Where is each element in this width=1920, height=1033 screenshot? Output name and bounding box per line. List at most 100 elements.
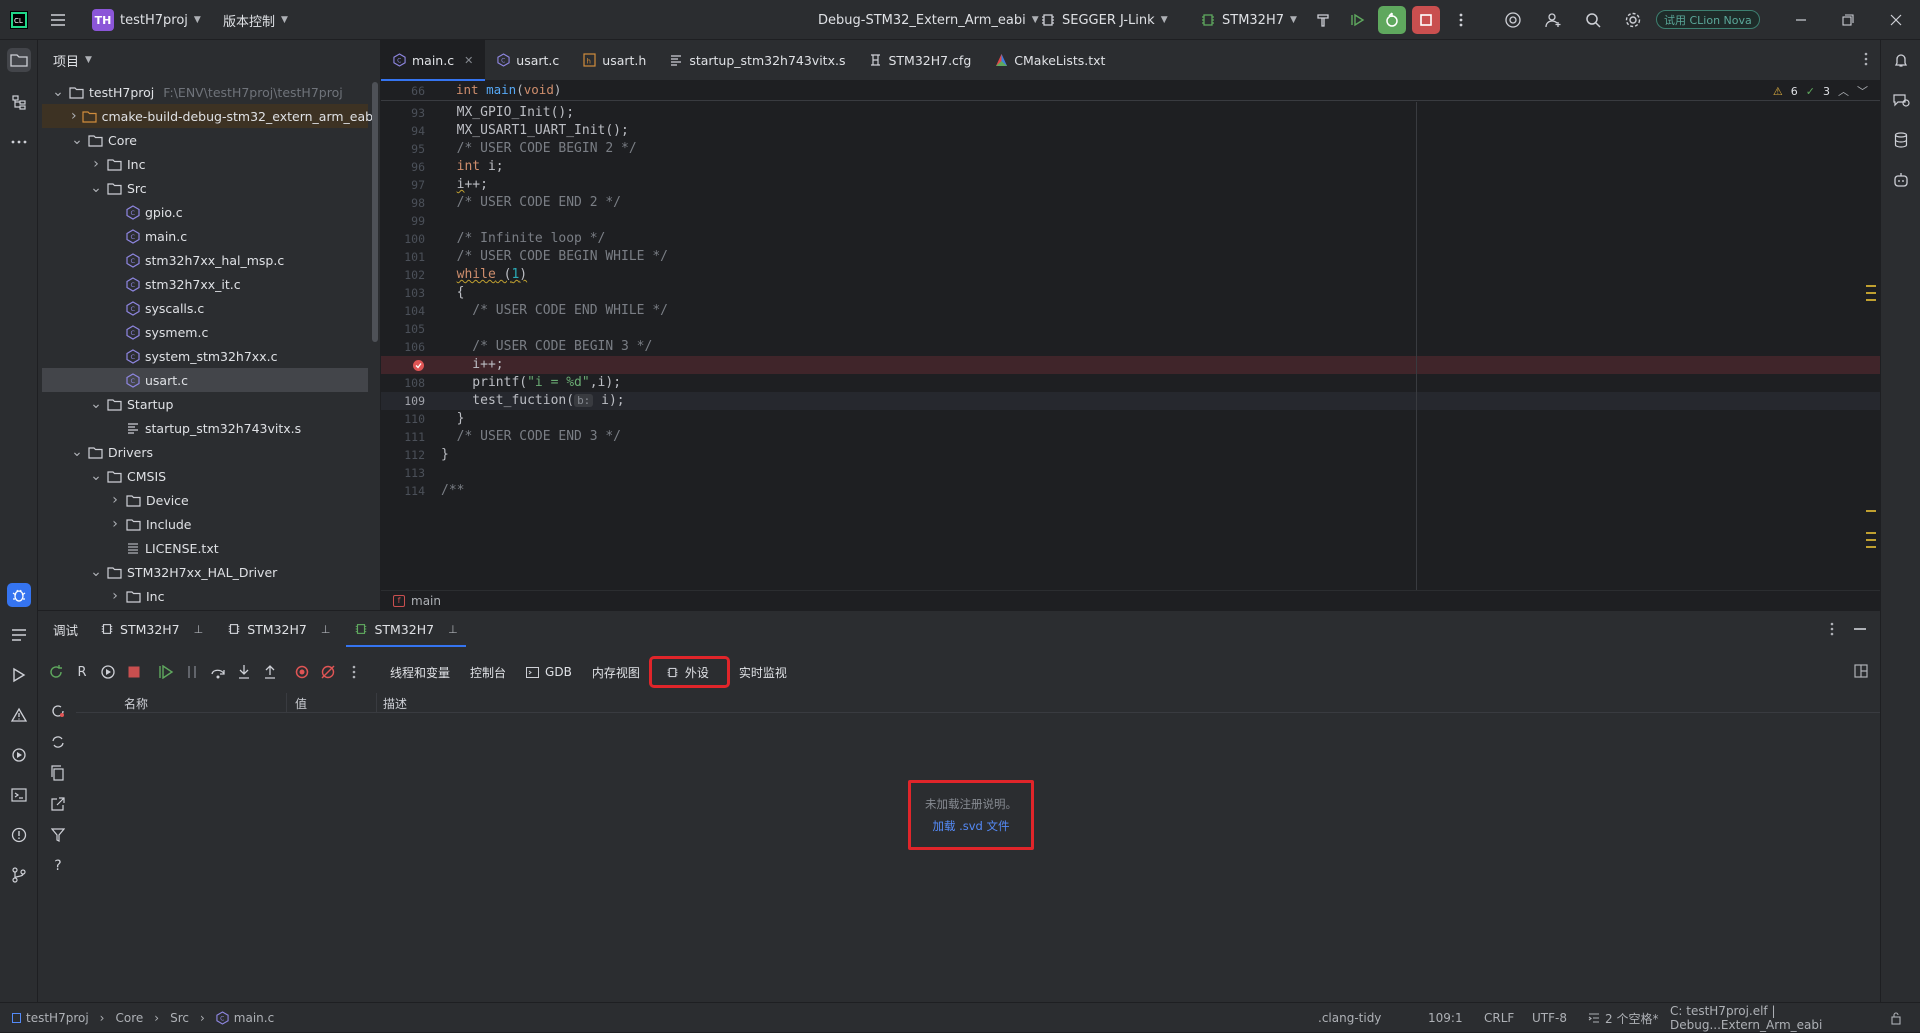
chevron-down-icon[interactable]: ⌄ [90, 396, 102, 412]
target-selector[interactable]: STM32H7 ▼ [1200, 0, 1297, 40]
tree-item[interactable]: › Device [42, 488, 368, 512]
code-line[interactable]: 99 [381, 212, 1880, 230]
chevron-right-icon[interactable]: › [109, 588, 121, 604]
line-number[interactable]: 93 [381, 104, 425, 122]
column-description[interactable]: 描述 [376, 693, 1880, 712]
editor-tab[interactable]: startup_stm32h743vitx.s [658, 40, 857, 81]
line-number[interactable]: 98 [381, 194, 425, 212]
tab-threads-variables[interactable]: 线程和变量 [380, 659, 460, 685]
debug-panel-more-icon[interactable] [1830, 622, 1834, 636]
stop-button[interactable] [1412, 6, 1440, 34]
minimize-window-icon[interactable] [1790, 9, 1812, 31]
code-line[interactable]: 108 printf("i = %d",i); [381, 374, 1880, 392]
tree-item[interactable]: › Inc [42, 584, 368, 608]
line-number[interactable]: 110 [381, 410, 425, 428]
tree-item[interactable]: Csystem_stm32h7xx.c [42, 344, 368, 368]
line-number[interactable]: 109 [381, 392, 425, 410]
code-line[interactable]: i++; [381, 356, 1880, 374]
run-play-icon[interactable] [7, 663, 31, 687]
debugger-selector[interactable]: SEGGER J-Link ▼ [1040, 0, 1168, 40]
debug-session-tab[interactable]: STM32H7 ⊥ [342, 611, 469, 647]
chevron-up-icon[interactable]: ︿ [1838, 83, 1849, 99]
debug-bug-icon[interactable] [7, 583, 31, 607]
main-menu-icon[interactable] [47, 9, 69, 31]
status-breadcrumb-item[interactable]: Src [170, 1011, 189, 1025]
step-out-icon[interactable] [258, 660, 282, 684]
ai-robot-icon[interactable] [1889, 168, 1913, 192]
code-line[interactable]: 105 [381, 320, 1880, 338]
editor-tab[interactable]: CMakeLists.txt [983, 40, 1117, 81]
chevron-down-icon[interactable]: ⌄ [90, 564, 102, 580]
code-line[interactable]: 113 [381, 464, 1880, 482]
database-icon[interactable] [1889, 128, 1913, 152]
code-line[interactable]: 96 int i; [381, 158, 1880, 176]
problems-error-icon[interactable] [7, 823, 31, 847]
export-icon[interactable] [46, 792, 70, 816]
tree-item[interactable]: LICENSE.txt [42, 536, 368, 560]
chevron-down-icon[interactable]: ﹀ [1857, 83, 1868, 99]
rerun-icon[interactable] [44, 660, 68, 684]
line-number[interactable]: 104 [381, 302, 425, 320]
refresh-registers-icon[interactable] [46, 699, 70, 723]
tree-item[interactable]: Csyscalls.c [42, 296, 368, 320]
tree-item[interactable]: ⌄ Startup [42, 392, 368, 416]
step-into-icon[interactable] [232, 660, 256, 684]
line-number[interactable]: 96 [381, 158, 425, 176]
line-number[interactable]: 113 [381, 464, 425, 482]
tab-peripherals[interactable]: 外设 [648, 656, 730, 688]
code-area[interactable]: 93 MX_GPIO_Init(); 94 MX_USART1_UART_Init… [381, 104, 1880, 590]
services-icon[interactable] [7, 743, 31, 767]
code-line[interactable]: 104 /* USER CODE END WHILE */ [381, 302, 1880, 320]
help-question-icon[interactable]: ? [46, 854, 70, 878]
reset-icon[interactable]: R [70, 660, 94, 684]
close-window-icon[interactable] [1885, 9, 1907, 31]
search-icon[interactable] [1582, 9, 1604, 31]
chevron-right-icon[interactable]: › [109, 516, 121, 532]
more-vertical-icon[interactable] [1450, 9, 1472, 31]
line-number[interactable]: 97 [381, 176, 425, 194]
trial-badge[interactable]: 试用 CLion Nova [1656, 10, 1760, 29]
line-number[interactable]: 112 [381, 446, 425, 464]
chevron-down-icon[interactable]: ⌄ [52, 84, 64, 100]
sync-icon[interactable] [46, 730, 70, 754]
minimize-panel-icon[interactable] [1854, 628, 1866, 630]
chevron-right-icon[interactable]: › [90, 156, 102, 172]
chevron-right-icon[interactable]: › [71, 108, 77, 124]
tab-console[interactable]: 控制台 [460, 659, 516, 685]
rerun-debug-button[interactable] [1378, 6, 1406, 34]
tree-item[interactable]: ⌄ STM32H7xx_HAL_Driver [42, 560, 368, 584]
code-line[interactable]: 98 /* USER CODE END 2 */ [381, 194, 1880, 212]
line-number[interactable]: 103 [381, 284, 425, 302]
tree-item[interactable]: ⌄ Core [42, 128, 368, 152]
terminal-icon[interactable] [7, 783, 31, 807]
hammer-build-icon[interactable] [1312, 9, 1334, 31]
layout-settings-icon[interactable] [1854, 664, 1868, 678]
clang-tidy-status[interactable]: .clang-tidy [1318, 1003, 1381, 1033]
add-user-icon[interactable] [1542, 9, 1564, 31]
run-config-selector[interactable]: Debug-STM32_Extern_Arm_eabi ▼ [818, 0, 1039, 40]
tree-item[interactable]: › Include [42, 512, 368, 536]
pause-icon[interactable] [180, 660, 204, 684]
inspection-widget[interactable]: ⚠ 6 ✓ 3 ︿ ﹀ [1773, 83, 1868, 99]
code-line[interactable]: 110 } [381, 410, 1880, 428]
app-logo[interactable]: CL [10, 0, 28, 40]
editor-tab[interactable]: STM32H7.cfg [857, 40, 983, 81]
tree-item[interactable]: ⌄ Src [42, 176, 368, 200]
step-over-icon[interactable] [206, 660, 230, 684]
more-horizontal-icon[interactable] [7, 130, 31, 154]
pin-icon[interactable]: ⊥ [321, 623, 331, 636]
code-line[interactable]: 111 /* USER CODE END 3 */ [381, 428, 1880, 446]
status-breadcrumb-item[interactable]: Core [115, 1011, 143, 1025]
tree-scrollbar[interactable] [372, 82, 378, 342]
pin-icon[interactable]: ⊥ [194, 623, 204, 636]
indent-setting[interactable]: 2 个空格* [1588, 1003, 1658, 1033]
copy-icon[interactable] [46, 761, 70, 785]
project-panel-header[interactable]: 项目 ▼ [38, 40, 380, 80]
context-selector[interactable]: C: testH7proj.elf | Debug...Extern_Arm_e… [1670, 1003, 1920, 1033]
tree-item[interactable]: Csysmem.c [42, 320, 368, 344]
project-folder-icon[interactable] [7, 48, 31, 72]
tab-gdb[interactable]: GDB [516, 659, 582, 685]
settings-gear-icon[interactable] [1622, 9, 1644, 31]
code-line[interactable]: 106 /* USER CODE BEGIN 3 */ [381, 338, 1880, 356]
pin-icon[interactable]: ⊥ [448, 623, 458, 636]
